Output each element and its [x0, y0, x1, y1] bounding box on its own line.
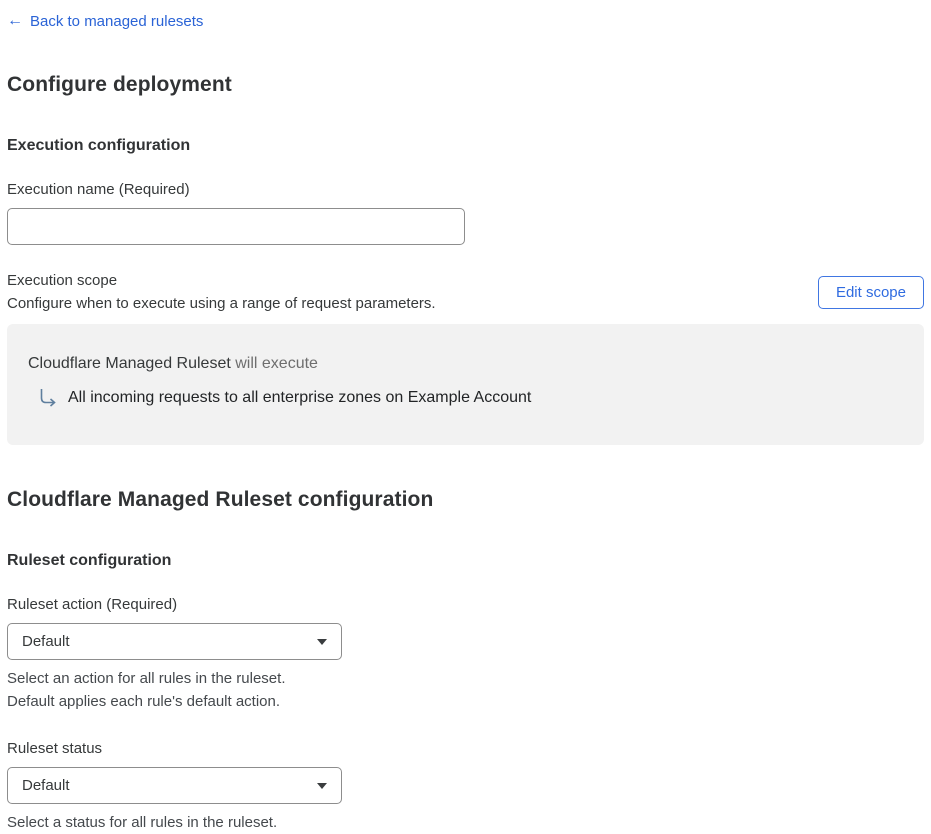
scope-summary-value: All incoming requests to all enterprise …: [68, 389, 531, 407]
scope-summary-suffix: will execute: [231, 355, 318, 372]
scope-summary-line: Cloudflare Managed Ruleset will execute: [28, 355, 904, 373]
configure-deployment-page: ← Back to managed rulesets Configure dep…: [0, 0, 931, 834]
ruleset-status-selected-value: Default: [22, 777, 70, 794]
ruleset-status-select[interactable]: Default: [7, 767, 342, 804]
elbow-arrow-icon: [39, 388, 57, 408]
ruleset-status-helper: Select a status for all rules in the rul…: [7, 811, 924, 834]
ruleset-status-label: Ruleset status: [7, 740, 924, 757]
execution-scope-label: Execution scope: [7, 269, 436, 292]
execution-name-label: Execution name (Required): [7, 181, 924, 198]
ruleset-action-selected-value: Default: [22, 633, 70, 650]
dropdown-caret-icon: [317, 639, 327, 645]
dropdown-caret-icon: [317, 783, 327, 789]
back-arrow-icon: ←: [7, 13, 23, 29]
ruleset-configuration-subheading: Ruleset configuration: [7, 552, 924, 570]
execution-scope-row: Execution scope Configure when to execut…: [7, 269, 924, 315]
scope-summary-value-line: All incoming requests to all enterprise …: [28, 388, 904, 408]
edit-scope-button[interactable]: Edit scope: [818, 276, 924, 309]
ruleset-action-label: Ruleset action (Required): [7, 596, 924, 613]
back-link-label: Back to managed rulesets: [30, 13, 203, 30]
execution-scope-text: Execution scope Configure when to execut…: [7, 269, 436, 315]
execution-scope-summary-box: Cloudflare Managed Ruleset will execute …: [7, 324, 924, 445]
execution-configuration-heading: Execution configuration: [7, 137, 924, 155]
execution-scope-description: Configure when to execute using a range …: [7, 292, 436, 315]
ruleset-action-helper-line1: Select an action for all rules in the ru…: [7, 667, 924, 690]
back-to-managed-rulesets-link[interactable]: ← Back to managed rulesets: [7, 13, 203, 30]
ruleset-configuration-title: Cloudflare Managed Ruleset configuration: [7, 488, 924, 512]
ruleset-action-select[interactable]: Default: [7, 623, 342, 660]
scope-summary-ruleset-name: Cloudflare Managed Ruleset: [28, 355, 231, 372]
ruleset-action-helper: Select an action for all rules in the ru…: [7, 667, 924, 713]
ruleset-status-helper-line1: Select a status for all rules in the rul…: [7, 811, 924, 834]
ruleset-action-helper-line2: Default applies each rule's default acti…: [7, 690, 924, 713]
page-title: Configure deployment: [7, 73, 924, 97]
execution-name-input[interactable]: [7, 208, 465, 245]
